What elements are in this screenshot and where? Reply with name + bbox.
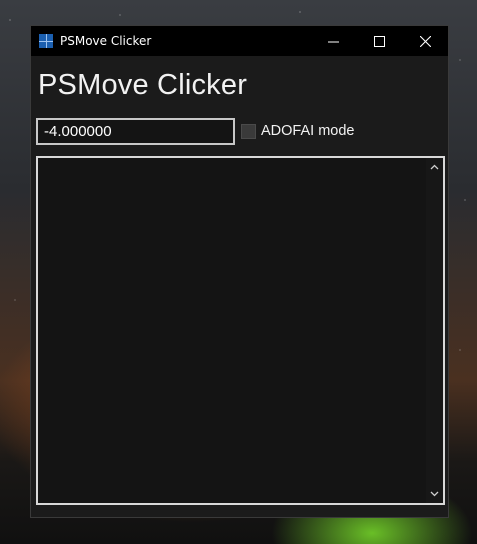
maximize-icon [373,35,385,47]
maximize-button[interactable] [356,26,402,56]
app-icon [39,34,53,48]
adofai-mode-checkbox[interactable]: ADOFAI mode [241,123,354,139]
minimize-icon [327,41,339,42]
scroll-down-icon[interactable] [426,487,443,501]
title-bar[interactable]: PSMove Clicker [31,26,448,56]
scroll-up-icon[interactable] [426,160,443,174]
log-listbox[interactable] [36,156,445,505]
close-icon [419,35,431,47]
page-title: PSMove Clicker [38,69,248,101]
vertical-scrollbar[interactable] [426,158,443,503]
minimize-button[interactable] [310,26,356,56]
window-title: PSMove Clicker [60,34,152,48]
adofai-mode-label: ADOFAI mode [261,123,355,139]
app-window: PSMove Clicker PSMove Clicker ADOFAI mod… [30,25,449,518]
checkbox-box[interactable] [241,123,256,139]
offset-input[interactable] [36,118,235,145]
close-button[interactable] [402,26,448,56]
